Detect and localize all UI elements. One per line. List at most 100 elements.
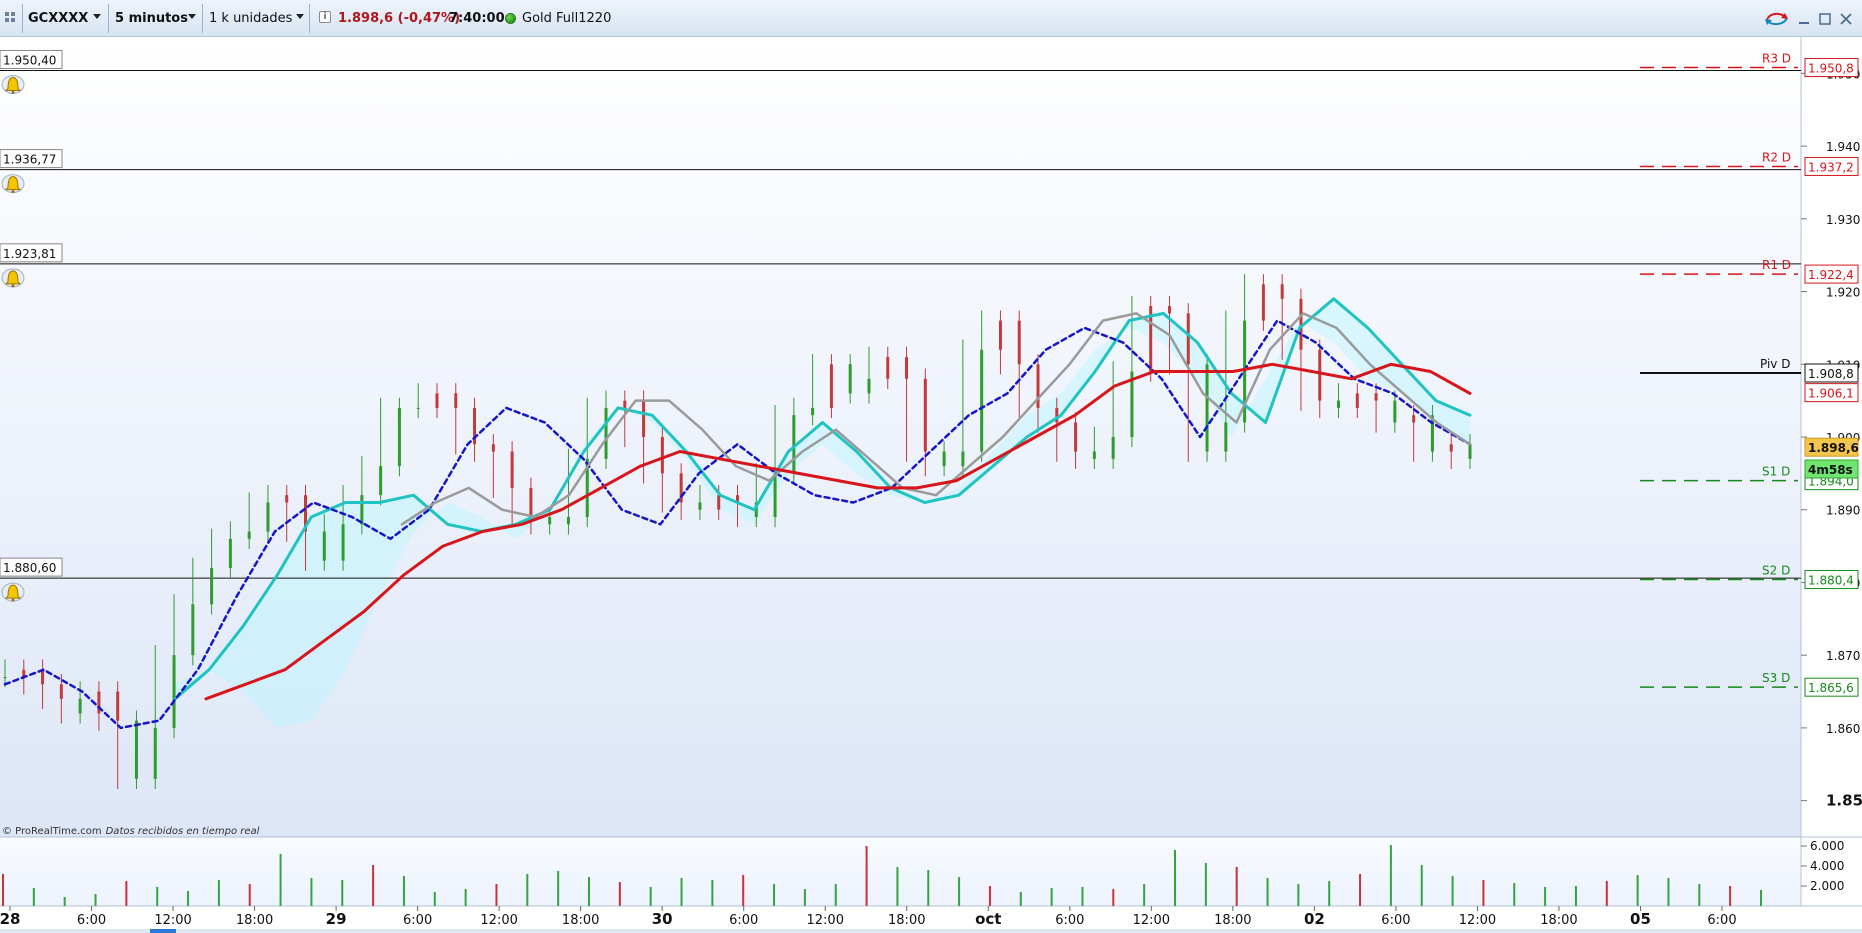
price-candle-body [698,502,702,510]
volume-bar [958,877,961,906]
volume-bar [495,884,498,906]
horizontal-line-label: 1.880,60 [3,561,56,575]
volume-tick-label: 4.000 [1810,859,1844,873]
pivot-value-label: 1.880,4 [1808,574,1854,588]
volume-bar [865,846,868,906]
price-candle-body [1337,400,1341,408]
volume-bar [248,884,251,906]
pivot-label: R3 D [1762,52,1791,66]
pivot-label: Piv D [1760,357,1790,371]
volume-bar [618,882,621,906]
ticker-selector[interactable]: GCXXXX [23,4,109,33]
volume-bar [125,881,128,906]
volume-bar [1544,887,1547,906]
price-candle-body [191,604,195,656]
volume-bar [1235,867,1238,906]
volume-bar [927,870,930,906]
y-tick-label: 1.890 [1826,504,1860,518]
price-candle-body [1224,422,1228,452]
x-tick-label: 12:00 [1133,913,1170,928]
chevron-down-icon [188,14,196,19]
bell-icon [1,174,25,194]
x-tick-label: 6:00 [1055,913,1084,928]
volume-bar [402,876,405,906]
pivot-value-label: 1.922,4 [1808,268,1854,282]
volume-bar [1297,884,1300,906]
price-candle-body [97,691,101,714]
horizontal-line-label: 1.923,81 [3,247,56,261]
volume-bar [742,875,745,906]
volume-bar [680,878,683,906]
bell-icon [1,582,25,602]
volume-bar [433,892,436,906]
interval-selector[interactable]: 5 minutos [109,4,203,33]
volume-bar [217,880,220,906]
bell-icon-clapper [11,90,15,94]
volume-bar [1112,889,1115,906]
bell-icon [1,268,25,288]
x-tick-label: 6:00 [1707,913,1736,928]
volume-bar [1328,881,1331,906]
x-tick-label: 6:00 [403,913,432,928]
pivot-value-label: 1.937,2 [1808,160,1854,174]
volume-bar [341,880,344,906]
volume-area [0,837,1801,906]
volume-bar [1204,863,1207,906]
grid-button[interactable] [0,4,23,33]
price-candle-body [379,466,383,496]
price-candle-body [980,349,984,452]
x-tick-label: 18:00 [562,913,599,928]
price-candle-body [998,320,1002,350]
chevron-down-icon [93,14,101,19]
pivot-value-label: 1.865,6 [1808,681,1854,695]
volume-bar [63,897,66,906]
price-candle-body [1449,444,1453,452]
volume-bar [1420,865,1423,906]
price-candle-body [322,531,326,561]
close-button[interactable] [1839,12,1853,26]
x-tick-label: 12:00 [154,913,191,928]
refresh-button[interactable] [1764,10,1790,28]
price-candle-body [116,691,120,721]
price-candle-body [1167,306,1171,314]
volume-bar [1482,880,1485,906]
price-candle-body [491,444,495,452]
price-candle-body [416,407,420,409]
pivot-value-label: 1.950,8 [1808,62,1854,76]
pivot-label: S3 D [1762,671,1790,685]
volume-bar [1081,887,1084,906]
price-candle-body [1412,415,1416,423]
price-candle-body [285,495,289,503]
volume-bar [32,888,35,906]
info-icon[interactable]: i [319,11,331,23]
contract-label: Gold Full1220 [522,11,612,26]
price-candle-body [848,364,852,394]
price-candle-body [604,407,608,459]
price-candle-body [942,451,946,467]
price-candle-body [228,538,232,568]
volume-bar [1729,886,1732,906]
pivot-label: R1 D [1762,258,1791,272]
pivot-label: S2 D [1762,564,1790,578]
price-candle-body [529,487,533,517]
refresh-icon [1765,12,1788,26]
volume-bar [834,884,837,906]
price-candle-body [1111,437,1115,459]
price-candle-body [886,357,890,379]
volume-bar [187,891,190,906]
minimize-button[interactable] [1797,12,1811,26]
pivot-value-label: 1.908,8 [1808,367,1854,381]
price-candle-body [660,437,664,474]
price-candle-body [811,407,815,416]
units-selector[interactable]: 1 k unidades [203,4,310,33]
minimize-icon [1799,22,1809,24]
volume-bar [1636,875,1639,906]
y-tick-label: 1.930 [1826,213,1860,227]
volume-bar [588,877,590,906]
x-tick-label: 6:00 [729,913,758,928]
grid-icon [5,12,15,22]
time-readout: 7:40:00 [449,11,505,26]
price-candle-body [1261,284,1265,321]
price-candle-body [642,400,646,437]
maximize-button[interactable] [1818,12,1832,26]
